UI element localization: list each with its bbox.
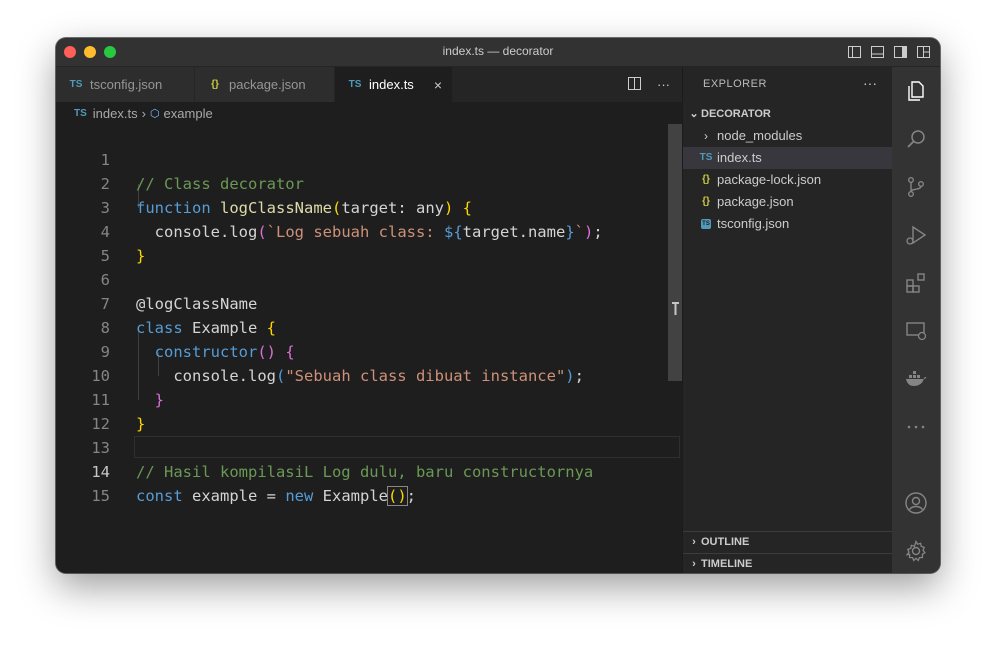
- code-line: 9 console.log("Sebuah class dibuat insta…: [56, 316, 682, 385]
- tree-item-label: index.ts: [717, 150, 762, 165]
- editor-scrollbar[interactable]: [668, 124, 682, 381]
- explorer-sidebar: EXPLORER ··· ⌄ DECORATOR › node_modules T…: [682, 67, 893, 573]
- code-line: 7 class Example {: [56, 268, 682, 337]
- typescript-file-icon: TS: [69, 79, 83, 90]
- code-line: 6 @logClassName: [56, 244, 682, 313]
- remote-explorer-icon[interactable]: [904, 319, 928, 343]
- chevron-right-icon: ›: [704, 129, 708, 143]
- source-control-icon[interactable]: [904, 175, 928, 199]
- outline-label: OUTLINE: [701, 536, 750, 548]
- outline-section-header[interactable]: › OUTLINE: [683, 531, 893, 553]
- extensions-icon[interactable]: [904, 271, 928, 295]
- code-line: 15: [56, 460, 682, 505]
- tab-package-json[interactable]: {} package.json: [195, 67, 335, 102]
- explorer-icon[interactable]: [904, 79, 928, 103]
- tree-item-label: tsconfig.json: [717, 216, 790, 231]
- code-line: 11 }: [56, 364, 682, 433]
- code-line: 1 // Class decorator: [56, 124, 682, 193]
- window-title: index.ts — decorator: [442, 44, 554, 58]
- tab-label: index.ts: [369, 77, 414, 92]
- code-line-current: 14 const example = new Example();: [56, 436, 682, 506]
- folder-name: DECORATOR: [701, 108, 771, 120]
- explorer-title: EXPLORER: [703, 78, 767, 90]
- tree-item-label: package-lock.json: [717, 172, 822, 187]
- settings-gear-icon[interactable]: [904, 539, 928, 563]
- customize-layout-icon[interactable]: [917, 45, 930, 58]
- code-line: 12: [56, 388, 682, 433]
- layout-controls: [848, 45, 930, 58]
- json-file-icon: {}: [702, 174, 710, 185]
- toggle-primary-sidebar-icon[interactable]: [848, 45, 861, 58]
- run-debug-icon[interactable]: [904, 223, 928, 247]
- tree-item-package-json[interactable]: {} package.json: [683, 191, 893, 213]
- breadcrumb-file[interactable]: index.ts: [93, 106, 138, 121]
- editor-tab-bar: TS tsconfig.json {} package.json TS inde…: [56, 67, 682, 102]
- chevron-right-icon: ›: [692, 558, 696, 570]
- editor-actions: ···: [628, 67, 670, 102]
- vscode-window: index.ts — decorator TS tsconfig.json {}…: [56, 38, 940, 573]
- split-editor-icon[interactable]: [628, 76, 641, 93]
- account-icon[interactable]: [904, 491, 928, 515]
- tree-item-package-lock-json[interactable]: {} package-lock.json: [683, 169, 893, 191]
- variable-symbol-icon: ⬡: [149, 107, 160, 120]
- breadcrumb: TS index.ts › ⬡ example: [56, 102, 682, 124]
- json-file-icon: {}: [211, 79, 219, 90]
- typescript-file-icon: TS: [348, 79, 362, 90]
- chevron-right-icon: ›: [141, 105, 146, 121]
- tree-item-index-ts[interactable]: TS index.ts: [683, 147, 893, 169]
- timeline-section-header[interactable]: › TIMELINE: [683, 553, 893, 573]
- tree-item-tsconfig-json[interactable]: TS tsconfig.json: [683, 213, 893, 235]
- tsconfig-file-icon: TS: [701, 219, 711, 229]
- tab-label: tsconfig.json: [90, 77, 163, 92]
- tree-item-label: node_modules: [717, 128, 803, 143]
- chevron-right-icon: ›: [692, 536, 696, 548]
- code-editor[interactable]: 1 // Class decorator 2 function logClass…: [56, 124, 682, 573]
- code-line: 3 console.log(`Log sebuah class: ${targe…: [56, 172, 682, 241]
- explorer-more-icon[interactable]: ···: [863, 67, 877, 102]
- code-line: 13 // Hasil kompilasiL Log dulu, baru co…: [56, 412, 682, 481]
- docker-icon[interactable]: [904, 367, 928, 391]
- tab-index-ts[interactable]: TS index.ts ×: [335, 67, 453, 102]
- timeline-label: TIMELINE: [701, 558, 753, 570]
- tree-item-node-modules[interactable]: › node_modules: [683, 125, 893, 147]
- chevron-down-icon: ⌄: [689, 108, 699, 120]
- toggle-secondary-sidebar-icon[interactable]: [894, 45, 907, 58]
- breadcrumb-symbol[interactable]: example: [164, 106, 213, 121]
- tab-tsconfig-json[interactable]: TS tsconfig.json: [56, 67, 195, 102]
- title-bar: index.ts — decorator: [56, 38, 940, 67]
- json-file-icon: {}: [702, 196, 710, 207]
- toggle-panel-icon[interactable]: [871, 45, 884, 58]
- code-line: 8 constructor() {: [56, 292, 682, 361]
- more-icon[interactable]: [904, 415, 928, 439]
- search-icon[interactable]: [904, 127, 928, 151]
- code-line: 10 }: [56, 340, 682, 409]
- more-actions-icon[interactable]: ···: [657, 77, 670, 92]
- tree-item-label: package.json: [717, 194, 794, 209]
- tab-label: package.json: [229, 77, 306, 92]
- folder-header-decorator[interactable]: ⌄ DECORATOR: [683, 103, 893, 125]
- typescript-file-icon: TS: [74, 107, 87, 119]
- line-number: 15: [91, 487, 110, 505]
- code-line: 5: [56, 220, 682, 265]
- code-line: 2 function logClassName(target: any) {: [56, 148, 682, 217]
- code-line: 4 }: [56, 196, 682, 265]
- activity-bar: [892, 67, 940, 573]
- cursor-position-marker: [672, 302, 679, 315]
- close-tab-icon[interactable]: ×: [434, 77, 442, 93]
- typescript-file-icon: TS: [699, 152, 713, 163]
